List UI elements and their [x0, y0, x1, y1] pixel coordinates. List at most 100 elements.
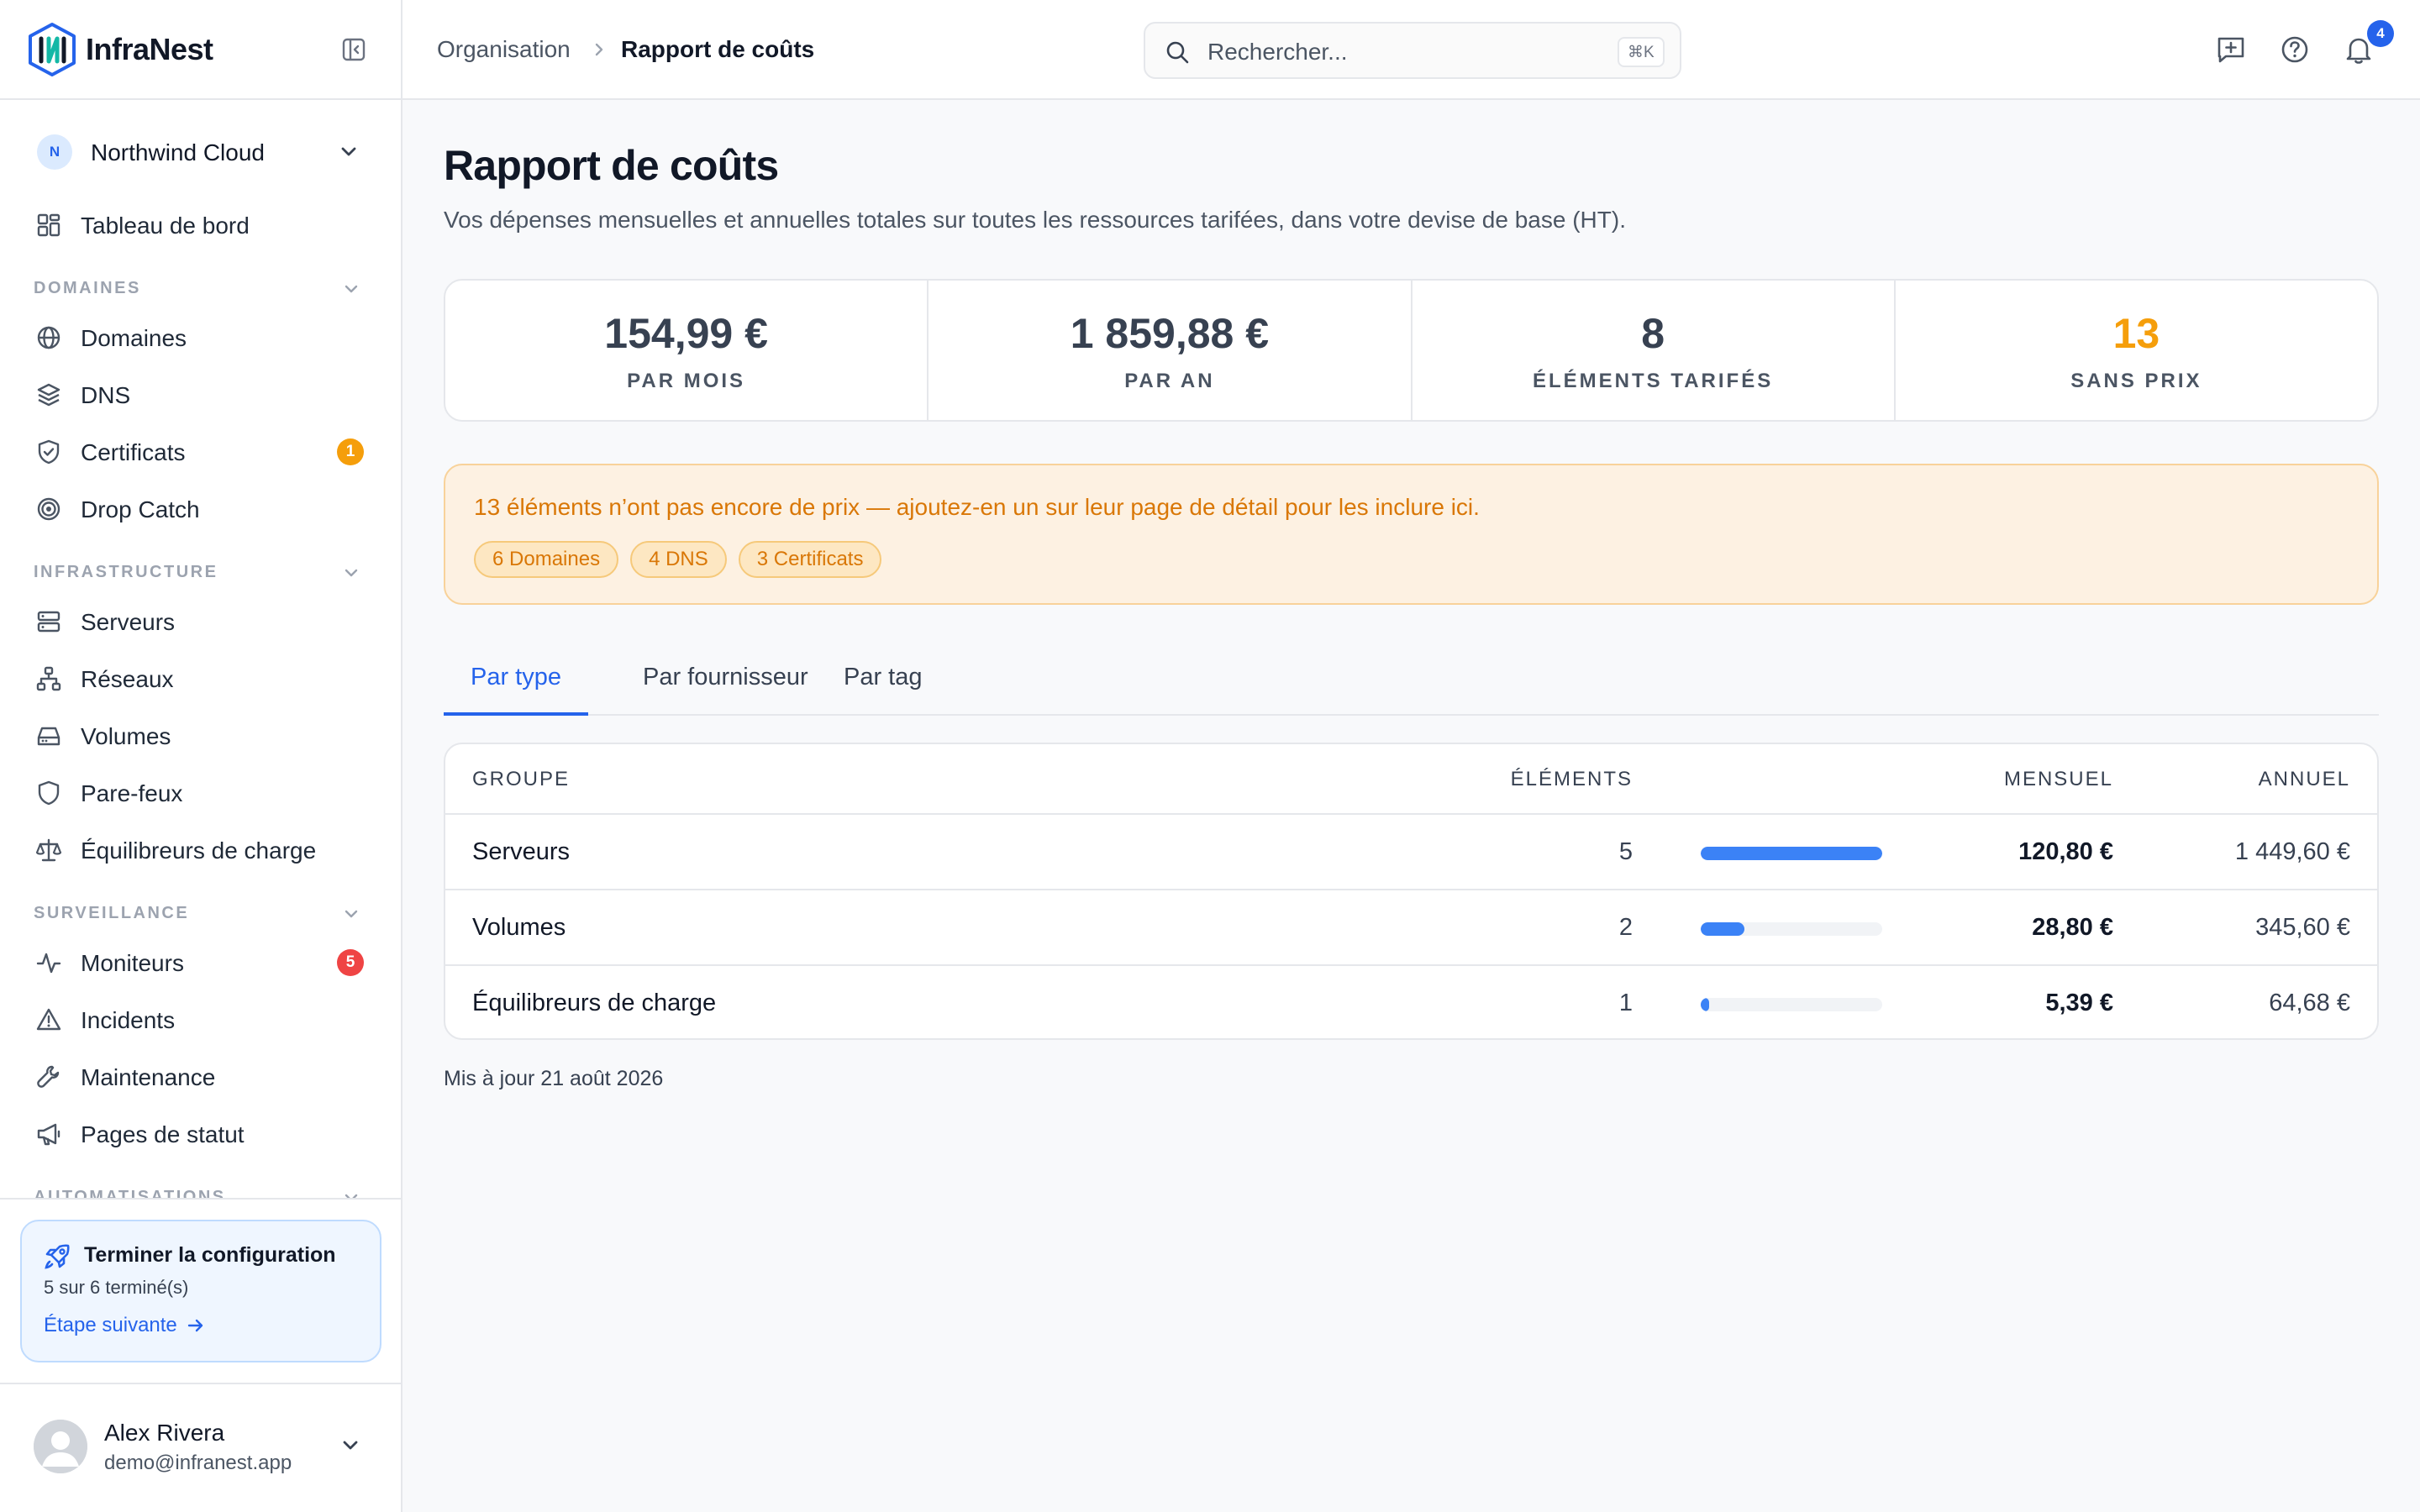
divider [0, 1198, 401, 1200]
sidebar-item-load-balancers[interactable]: Équilibreurs de charge [34, 828, 370, 870]
tab-by-type[interactable]: Par type [444, 664, 588, 716]
search-shortcut-hint: ⌘K [1618, 37, 1665, 67]
organization-switcher[interactable]: N Northwind Cloud [34, 131, 370, 173]
stat-label: SANS PRIX [2070, 370, 2202, 392]
breadcrumb-organisation[interactable]: Organisation [437, 36, 571, 63]
chevron-down-icon [345, 910, 358, 918]
stat-monthly: 154,99 € PAR MOIS [445, 281, 929, 420]
column-header-group: GROUPE [472, 768, 571, 790]
sidebar-item-label: Certificats [81, 439, 186, 465]
sidebar-item-dns[interactable]: DNS [34, 373, 370, 415]
row-share-bar [1701, 922, 1882, 936]
row-items-count: 1 [1618, 990, 1633, 1016]
search-input[interactable]: Rechercher... ⌘K [1144, 22, 1681, 79]
table-row[interactable]: Équilibreurs de charge 1 5,39 € 64,68 € [445, 966, 2377, 1038]
unpriced-chips: 6 Domaines 4 DNS 3 Certificats [474, 541, 882, 578]
shield-icon [38, 780, 60, 806]
sidebar-item-certificates[interactable]: Certificats 1 [34, 430, 370, 472]
wrench-icon [37, 1065, 60, 1088]
sidebar-item-domains[interactable]: Domaines [34, 316, 370, 358]
feedback-icon[interactable] [2215, 34, 2247, 66]
row-monthly: 120,80 € [2018, 838, 2113, 865]
last-updated: Mis à jour 21 août 2026 [444, 1067, 664, 1090]
avatar [34, 1420, 87, 1473]
row-monthly: 5,39 € [2045, 990, 2113, 1016]
chip-domains[interactable]: 6 Domaines [474, 541, 619, 578]
section-label: DOMAINES [34, 279, 141, 297]
setup-title: Terminer la configuration [84, 1243, 336, 1267]
user-menu[interactable]: Alex Rivera demo@infranest.app [30, 1411, 375, 1478]
row-share-fill [1701, 998, 1709, 1011]
row-annual: 345,60 € [2255, 914, 2350, 941]
row-items-count: 2 [1618, 914, 1633, 941]
sidebar-item-networks[interactable]: Réseaux [34, 657, 370, 699]
sidebar-item-label: Serveurs [81, 609, 176, 635]
row-share-fill [1701, 922, 1744, 936]
arrow-right-icon [187, 1319, 203, 1332]
chevron-down-icon [343, 1441, 358, 1450]
sidebar-item-dashboard[interactable]: Tableau de bord [34, 203, 370, 245]
section-automations[interactable]: AUTOMATISATIONS [34, 1184, 370, 1198]
sidebar-item-label: Pages de statut [81, 1121, 245, 1147]
sidebar-item-maintenance[interactable]: Maintenance [34, 1055, 370, 1097]
chip-dns[interactable]: 4 DNS [630, 541, 727, 578]
section-infrastructure[interactable]: INFRASTRUCTURE [34, 559, 370, 585]
sidebar-item-monitors[interactable]: Moniteurs 5 [34, 941, 370, 983]
row-monthly: 28,80 € [2032, 914, 2113, 941]
globe-icon [37, 326, 60, 349]
sidebar-item-servers[interactable]: Serveurs [34, 600, 370, 642]
scale-icon [35, 838, 62, 862]
shield-check-icon [38, 439, 60, 465]
sidebar-item-drop-catch[interactable]: Drop Catch [34, 487, 370, 529]
column-header-monthly: MENSUEL [2003, 768, 2113, 790]
network-icon [36, 666, 61, 691]
divider [0, 1383, 401, 1384]
sidebar-scroll-clip: AUTOMATISATIONS [0, 1176, 401, 1198]
page-subtitle: Vos dépenses mensuelles et annuelles tot… [444, 207, 1626, 233]
server-icon [37, 611, 60, 633]
stat-unpriced: 13 SANS PRIX [1896, 281, 2377, 420]
row-share-bar [1701, 847, 1882, 860]
alert-triangle-icon [36, 1008, 61, 1031]
row-items-count: 5 [1618, 838, 1633, 865]
chip-certificates[interactable]: 3 Certificats [738, 541, 882, 578]
hard-drive-icon [37, 727, 60, 746]
collapse-sidebar-icon[interactable] [341, 37, 366, 62]
sidebar-item-volumes[interactable]: Volumes [34, 714, 370, 756]
tab-by-tag[interactable]: Par tag [817, 664, 950, 716]
organization-name: Northwind Cloud [91, 139, 265, 165]
sidebar-item-firewalls[interactable]: Pare-feux [34, 771, 370, 813]
page-title: Rapport de coûts [444, 142, 779, 189]
cost-summary-stats: 154,99 € PAR MOIS 1 859,88 € PAR AN 8 ÉL… [444, 279, 2379, 422]
sidebar-item-label: Tableau de bord [81, 213, 250, 239]
table-row[interactable]: Volumes 2 28,80 € 345,60 € [445, 890, 2377, 966]
sidebar-item-label: Réseaux [81, 666, 174, 692]
app: InfraNest N Northwind Cloud Tableau de b… [0, 0, 2420, 1512]
table-row[interactable]: Serveurs 5 120,80 € 1 449,60 € [445, 815, 2377, 890]
breakdown-tabs: Par type Par fournisseur Par tag [444, 647, 2379, 716]
section-monitoring[interactable]: SURVEILLANCE [34, 900, 370, 926]
organization-avatar: N [37, 134, 72, 170]
row-share-fill [1701, 847, 1882, 860]
stat-value: 8 [1641, 310, 1665, 357]
top-bar: Organisation Rapport de coûts Rechercher… [402, 0, 2420, 100]
sidebar-item-incidents[interactable]: Incidents [34, 998, 370, 1040]
target-icon [37, 497, 60, 521]
help-icon[interactable] [2279, 34, 2311, 66]
activity-icon [36, 953, 61, 974]
section-label: INFRASTRUCTURE [34, 563, 218, 581]
chevron-down-icon [345, 569, 358, 577]
next-step-link[interactable]: Étape suivante [44, 1314, 206, 1337]
alert-message: 13 éléments n’ont pas encore de prix — a… [474, 494, 1480, 520]
brand-name: InfraNest [86, 32, 213, 66]
sidebar-item-status-pages[interactable]: Pages de statut [34, 1112, 370, 1154]
tab-by-provider[interactable]: Par fournisseur [616, 664, 835, 716]
chevron-down-icon [345, 285, 358, 293]
section-domains[interactable]: DOMAINES [34, 276, 370, 301]
chevron-down-icon [345, 1194, 358, 1198]
stat-value: 1 859,88 € [1070, 310, 1270, 357]
stat-label: PAR MOIS [627, 370, 746, 392]
stat-label: ÉLÉMENTS TARIFÉS [1533, 370, 1774, 392]
stat-label: PAR AN [1124, 370, 1215, 392]
chevron-down-icon [341, 147, 356, 156]
